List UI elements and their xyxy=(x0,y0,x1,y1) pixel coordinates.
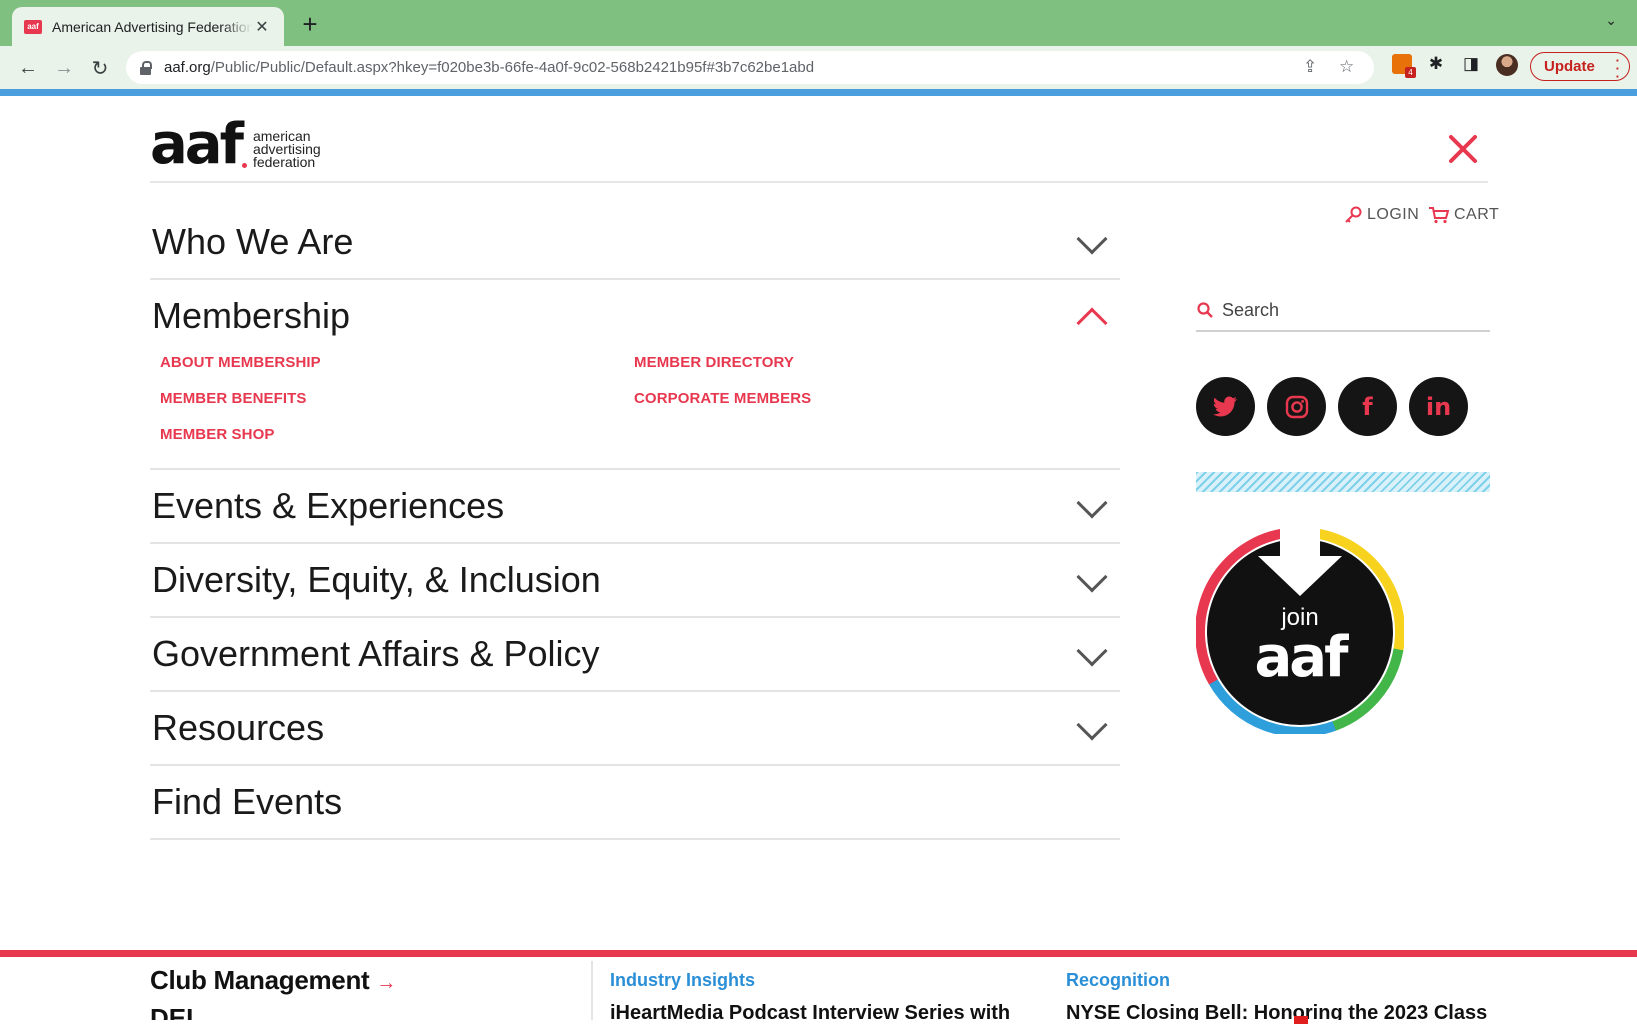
puzzle-icon[interactable]: ✱ xyxy=(1424,52,1448,76)
cursor-marker xyxy=(1294,1016,1308,1024)
key-icon xyxy=(1345,206,1362,223)
logo-wordmark: american advertising federation xyxy=(252,129,321,170)
linkedin-glyph: in xyxy=(1425,392,1452,421)
chevron-down-icon[interactable] xyxy=(1074,564,1106,596)
nav-item-resources[interactable]: Resources xyxy=(150,692,1120,766)
sublink-corporate-members[interactable]: CORPORATE MEMBERS xyxy=(634,388,934,410)
cart-link[interactable]: CART xyxy=(1428,206,1499,224)
logo-dot xyxy=(241,163,247,168)
extension-icon[interactable]: 4 xyxy=(1390,52,1416,78)
browser-tab[interactable]: aaf American Advertising Federation ✕ xyxy=(12,7,284,46)
tab-close-icon[interactable]: ✕ xyxy=(252,17,272,37)
facebook-icon[interactable]: f xyxy=(1338,377,1397,436)
twitter-bird-glyph xyxy=(1212,396,1237,416)
footer-divider xyxy=(591,961,593,1020)
tab-title: American Advertising Federation xyxy=(52,18,252,35)
aaf-logo[interactable]: aaf american advertising federation xyxy=(150,112,321,177)
more-icon[interactable]: · · · xyxy=(1616,54,1620,83)
nav-item-label: Government Affairs & Policy xyxy=(152,633,600,674)
join-aaf-logo: aaf xyxy=(1254,625,1349,690)
address-bar[interactable]: aaf.org/Public/Public/Default.aspx?hkey=… xyxy=(126,51,1374,84)
site-search[interactable] xyxy=(1196,290,1490,332)
chevron-down-icon[interactable] xyxy=(1074,226,1106,258)
nav-item-label: Diversity, Equity, & Inclusion xyxy=(152,559,601,600)
logo-mark: aaf xyxy=(150,112,244,177)
footer-strip: Club Management → DEI Industry Insights … xyxy=(0,957,1637,1020)
back-icon[interactable]: ← xyxy=(14,54,42,82)
nav-item-events-experiences[interactable]: Events & Experiences xyxy=(150,470,1120,544)
linkedin-icon[interactable]: in xyxy=(1409,377,1468,436)
url-text[interactable]: aaf.org/Public/Public/Default.aspx?hkey=… xyxy=(164,59,814,76)
search-icon xyxy=(1197,302,1213,318)
footer-accent-rule xyxy=(0,950,1637,957)
lock-icon[interactable] xyxy=(140,60,152,75)
url-host: aaf.org xyxy=(164,59,211,76)
close-menu-icon[interactable] xyxy=(1446,132,1480,166)
update-button[interactable]: Update · · · xyxy=(1530,52,1630,83)
facebook-glyph: f xyxy=(1362,392,1373,421)
search-input[interactable] xyxy=(1222,299,1472,321)
share-icon[interactable]: ⇪ xyxy=(1303,57,1317,77)
sidepanel-icon[interactable]: ◨ xyxy=(1459,52,1483,76)
page-load-bar xyxy=(0,89,1637,96)
decorative-hatch-bar xyxy=(1196,472,1490,492)
browser-tab-bar: aaf American Advertising Federation ✕ + … xyxy=(0,0,1637,46)
club-management-link[interactable]: Club Management → xyxy=(150,965,396,996)
footer-article-title[interactable]: NYSE Closing Bell: Honoring the 2023 Cla… xyxy=(1066,1002,1487,1020)
login-label: LOGIN xyxy=(1367,206,1420,223)
nav-item-dei[interactable]: Diversity, Equity, & Inclusion xyxy=(150,544,1120,618)
sublink-member-directory[interactable]: MEMBER DIRECTORY xyxy=(634,352,934,374)
chevron-down-icon[interactable] xyxy=(1074,712,1106,744)
nav-item-label: Events & Experiences xyxy=(152,485,505,526)
nav-item-membership[interactable]: Membership ABOUT MEMBERSHIP MEMBER DIREC… xyxy=(150,280,1120,470)
nav-item-who-we-are[interactable]: Who We Are xyxy=(150,206,1120,280)
chevron-down-icon[interactable] xyxy=(1074,490,1106,522)
cart-icon xyxy=(1429,207,1450,224)
new-tab-button[interactable]: + xyxy=(296,10,324,38)
instagram-glyph xyxy=(1285,395,1308,418)
sublink-member-shop[interactable]: MEMBER SHOP xyxy=(160,424,634,446)
footer-category-recognition[interactable]: Recognition xyxy=(1066,970,1170,991)
nav-item-label: Resources xyxy=(152,707,325,748)
nav-item-find-events[interactable]: Find Events xyxy=(150,766,1120,840)
nav-item-label: Find Events xyxy=(152,781,343,822)
url-path: /Public/Public/Default.aspx?hkey=f020be3… xyxy=(210,59,815,76)
instagram-icon[interactable] xyxy=(1267,377,1326,436)
social-links: f in xyxy=(1196,377,1468,436)
membership-submenu: ABOUT MEMBERSHIP MEMBER DIRECTORY MEMBER… xyxy=(150,352,1120,468)
star-icon[interactable]: ☆ xyxy=(1339,57,1354,77)
club-management-label: Club Management xyxy=(150,965,370,995)
header-divider xyxy=(150,181,1488,183)
logo-line: federation xyxy=(252,154,316,170)
chevron-up-icon[interactable] xyxy=(1074,300,1106,332)
nav-item-government-affairs[interactable]: Government Affairs & Policy xyxy=(150,618,1120,692)
main-nav-menu: Who We Are Membership ABOUT MEMBERSHIP M… xyxy=(150,206,1120,840)
nav-item-label: Who We Are xyxy=(152,221,354,262)
nav-item-label: Membership xyxy=(152,295,351,336)
dei-link[interactable]: DEI xyxy=(150,1003,193,1020)
cart-label: CART xyxy=(1454,206,1500,223)
reload-icon[interactable]: ↻ xyxy=(86,54,114,82)
update-label: Update xyxy=(1544,58,1595,75)
twitter-icon[interactable] xyxy=(1196,377,1255,436)
arrow-right-icon: → xyxy=(376,972,397,994)
profile-avatar[interactable] xyxy=(1496,54,1518,76)
forward-icon[interactable]: → xyxy=(50,54,78,82)
sublink-about-membership[interactable]: ABOUT MEMBERSHIP xyxy=(160,352,634,374)
sublink-member-benefits[interactable]: MEMBER BENEFITS xyxy=(160,388,634,410)
tab-search-chevron-icon[interactable]: ⌄ xyxy=(1605,12,1617,29)
footer-category-industry-insights[interactable]: Industry Insights xyxy=(610,970,755,991)
chevron-down-icon[interactable] xyxy=(1074,638,1106,670)
tab-favicon: aaf xyxy=(24,19,42,34)
footer-article-title[interactable]: iHeartMedia Podcast Interview Series wit… xyxy=(610,1002,1010,1020)
login-link[interactable]: LOGIN xyxy=(1343,206,1419,224)
